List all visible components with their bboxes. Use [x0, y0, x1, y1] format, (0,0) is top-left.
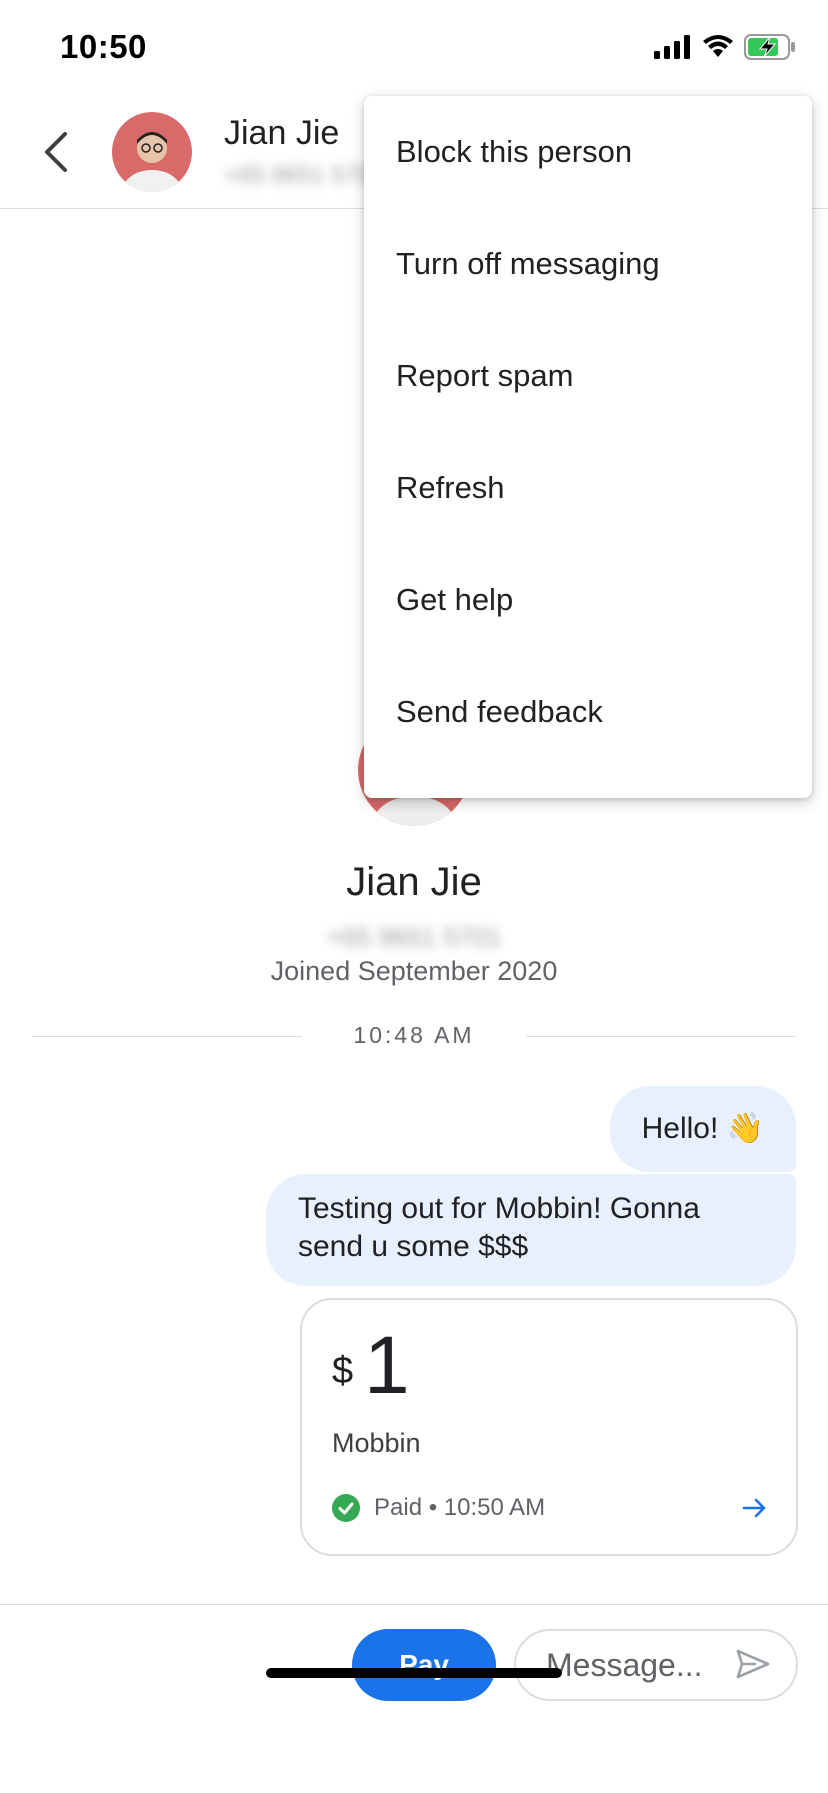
paid-status-text: Paid • 10:50 AM	[374, 1494, 546, 1521]
time-divider: 10:48 AM	[353, 1022, 475, 1048]
payment-merchant: Mobbin	[332, 1428, 421, 1458]
send-icon[interactable]	[736, 1649, 770, 1679]
contact-name: Jian Jie	[224, 114, 340, 152]
menu-item-get-help[interactable]: Get help	[364, 544, 812, 656]
payment-status: Paid • 10:50 AM	[332, 1494, 545, 1522]
compose-bar: Pay Message...	[0, 1604, 828, 1793]
menu-item-refresh[interactable]: Refresh	[364, 432, 812, 544]
status-time: 10:50	[60, 28, 147, 65]
battery-charging-icon	[744, 34, 795, 60]
payment-amount: 1	[364, 1320, 410, 1411]
message-bubble[interactable]: Testing out for Mobbin! Gonna send u som…	[266, 1174, 796, 1286]
menu-item-turn-off-messaging[interactable]: Turn off messaging	[364, 208, 812, 320]
signal-icon	[654, 35, 690, 59]
message-input[interactable]: Message...	[514, 1629, 798, 1701]
menu-item-report-spam[interactable]: Report spam	[364, 320, 812, 432]
wifi-icon	[703, 35, 733, 57]
payment-currency: $	[332, 1350, 354, 1392]
back-button[interactable]	[20, 116, 92, 188]
profile-joined: Joined September 2020	[270, 956, 558, 986]
message-bubble[interactable]: Hello! 👋	[609, 1086, 796, 1172]
arrow-right-icon[interactable]	[742, 1496, 768, 1520]
header-avatar[interactable]	[112, 112, 192, 192]
payment-card[interactable]: $ 1 Mobbin Paid • 10:50 AM	[300, 1298, 798, 1556]
divider	[32, 1036, 302, 1037]
home-indicator	[266, 1668, 562, 1678]
check-circle-icon	[332, 1494, 360, 1522]
status-bar: 10:50	[0, 0, 828, 96]
profile-name: Jian Jie	[346, 860, 482, 904]
profile-phone: +65 9651 5701	[326, 922, 502, 952]
divider	[526, 1036, 796, 1037]
status-icons	[654, 34, 796, 60]
message-placeholder: Message...	[546, 1647, 703, 1683]
menu-item-send-feedback[interactable]: Send feedback	[364, 656, 812, 768]
contact-phone: +65 9651 5701	[224, 162, 385, 189]
chevron-left-icon	[45, 132, 67, 172]
menu-item-block-person[interactable]: Block this person	[364, 96, 812, 208]
pay-button[interactable]: Pay	[352, 1629, 496, 1701]
avatar-image	[112, 112, 192, 192]
overflow-menu: Block this person Turn off messaging Rep…	[364, 96, 812, 798]
